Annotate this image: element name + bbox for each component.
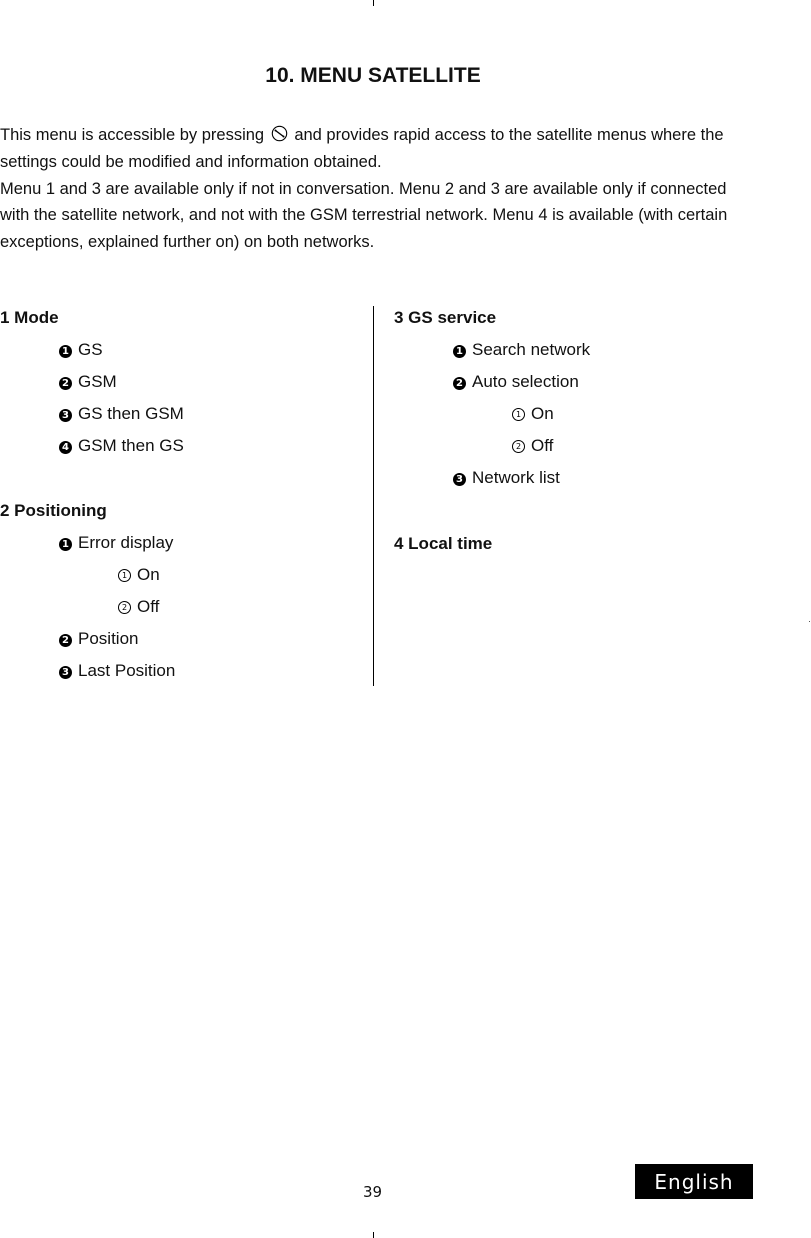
- menu-item-label: Last Position: [78, 661, 176, 680]
- menu-heading-mode: 1 Mode: [0, 308, 59, 327]
- number-bullet-icon: 3: [59, 666, 72, 679]
- crop-mark-bottom: [373, 1232, 374, 1238]
- intro-paragraph-1: This menu is accessible by pressing and …: [0, 122, 760, 176]
- circled-number-icon: 1: [118, 569, 131, 582]
- menu-item-label: Network list: [472, 468, 560, 487]
- menu-item: 1 Search network: [394, 338, 794, 370]
- submenu-item-label: Off: [531, 436, 554, 455]
- circled-number-icon: 1: [512, 408, 525, 421]
- menu-heading-gs-service: 3 GS service: [394, 308, 497, 327]
- menu-item: 3 GS then GSM: [0, 402, 370, 434]
- page-number: 39: [363, 1183, 383, 1201]
- menu-item-label: GS then GSM: [78, 404, 184, 423]
- left-column: 1 Mode 1 GS 2 GSM 3 GS then GSM 4 GSM then G…: [0, 306, 370, 691]
- submenu-item: 1 On: [0, 563, 370, 595]
- number-bullet-icon: 3: [59, 409, 72, 422]
- submenu-item-label: On: [531, 404, 554, 423]
- menu-heading-positioning: 2 Positioning: [0, 501, 107, 520]
- number-bullet-icon: 4: [59, 441, 72, 454]
- page-title: 10. MENU SATELLITE: [265, 64, 481, 87]
- submenu-item: 2 Off: [394, 434, 794, 466]
- menu-item-label: Auto selection: [472, 372, 579, 391]
- circled-number-icon: 2: [118, 601, 131, 614]
- intro-text-before-icon: This menu is accessible by pressing: [0, 126, 265, 144]
- number-bullet-icon: 1: [453, 345, 466, 358]
- menu-heading-local-time: 4 Local time: [394, 534, 493, 553]
- menu-item: 3 Network list: [394, 466, 794, 498]
- menu-item: 2 Auto selection: [394, 370, 794, 402]
- number-bullet-icon: 1: [59, 345, 72, 358]
- menu-item-label: Position: [78, 629, 139, 648]
- number-bullet-icon: 2: [453, 377, 466, 390]
- satellite-key-icon: [271, 125, 287, 142]
- menu-item: 4 GSM then GS: [0, 434, 370, 466]
- submenu-item: 1 On: [394, 402, 794, 434]
- menu-item-label: Error display: [78, 533, 174, 552]
- column-divider: [373, 306, 374, 686]
- submenu-item-label: On: [137, 565, 160, 584]
- menu-item: 3 Last Position: [0, 659, 370, 691]
- registration-dot: [809, 621, 810, 622]
- crop-mark-top: [373, 0, 374, 6]
- number-bullet-icon: 2: [59, 377, 72, 390]
- menu-item-label: GSM: [78, 372, 117, 391]
- intro-paragraph-2: Menu 1 and 3 are available only if not i…: [0, 179, 728, 252]
- menu-item: 1 Error display: [0, 531, 370, 563]
- menu-item-label: Search network: [472, 340, 591, 359]
- menu-item: 2 GSM: [0, 370, 370, 402]
- number-bullet-icon: 1: [59, 538, 72, 551]
- number-bullet-icon: 3: [453, 473, 466, 486]
- circled-number-icon: 2: [512, 440, 525, 453]
- menu-item-label: GS: [78, 340, 103, 359]
- intro-text: This menu is accessible by pressing and …: [0, 122, 760, 256]
- submenu-item: 2 Off: [0, 595, 370, 627]
- language-badge: English: [635, 1164, 753, 1199]
- number-bullet-icon: 2: [59, 634, 72, 647]
- right-column: 3 GS service 1 Search network 2 Auto selec…: [394, 306, 794, 564]
- menu-item: 1 GS: [0, 338, 370, 370]
- menu-item-label: GSM then GS: [78, 436, 184, 455]
- menu-item: 2 Position: [0, 627, 370, 659]
- submenu-item-label: Off: [137, 597, 160, 616]
